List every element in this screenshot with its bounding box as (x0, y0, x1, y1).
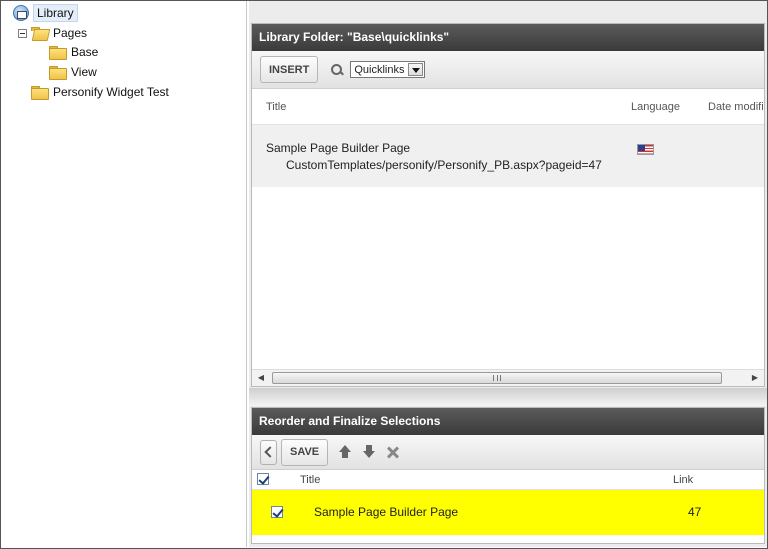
insert-button[interactable]: INSERT (260, 56, 319, 83)
remove-icon[interactable] (386, 445, 400, 459)
row-title: Sample Page Builder Page (314, 505, 459, 519)
selections-panel: Reorder and Finalize Selections SAVE Tit… (251, 407, 765, 544)
tree-item-label[interactable]: Base (71, 45, 98, 59)
library-tree: Library Pages Base View Personify Widget… (1, 1, 247, 547)
column-language[interactable]: Language (631, 101, 680, 113)
move-up-icon[interactable] (338, 445, 352, 459)
library-folder-panel: Library Folder: "Base\quicklinks" INSERT… (251, 23, 765, 387)
panel-splitter[interactable] (249, 388, 767, 406)
folder-icon (31, 86, 49, 100)
row-link: 47 (688, 505, 702, 519)
folder-icon (49, 66, 67, 80)
move-down-icon[interactable] (362, 445, 376, 459)
library-home-icon (13, 5, 29, 21)
scroll-thumb[interactable] (272, 372, 722, 384)
column-title[interactable]: Title (266, 101, 286, 113)
column-link[interactable]: Link (673, 474, 693, 486)
tree-item-view[interactable]: View (49, 65, 97, 80)
tree-root-label[interactable]: Library (33, 4, 78, 22)
row-title[interactable]: Sample Page Builder Page (266, 141, 410, 155)
save-button[interactable]: SAVE (281, 438, 329, 466)
column-title[interactable]: Title (300, 474, 320, 486)
filter-select-value: Quicklinks (354, 63, 405, 76)
scroll-right-icon[interactable]: ▶ (747, 370, 763, 386)
library-row[interactable]: Sample Page Builder Page CustomTemplates… (252, 125, 764, 187)
row-checkbox[interactable] (271, 506, 283, 518)
row-path: CustomTemplates/personify/Personify_PB.a… (286, 158, 602, 172)
folder-open-icon (31, 27, 47, 39)
tree-item-label[interactable]: Pages (53, 26, 87, 40)
selections-title: Reorder and Finalize Selections (252, 408, 764, 435)
tree-item-personify-widget-test[interactable]: Personify Widget Test (31, 85, 169, 100)
library-toolbar: INSERT Quicklinks (252, 51, 764, 89)
select-all-checkbox[interactable] (257, 473, 269, 485)
us-flag-icon (637, 144, 654, 155)
tree-item-label[interactable]: View (71, 65, 97, 79)
search-icon[interactable] (330, 63, 344, 77)
column-date-modified[interactable]: Date modifi (708, 101, 764, 113)
selections-grid-header: Title Link (252, 470, 764, 490)
tree-root-library[interactable]: Library (13, 4, 78, 22)
right-pane: Library Folder: "Base\quicklinks" INSERT… (249, 1, 767, 547)
selections-toolbar: SAVE (252, 435, 764, 470)
tree-item-base[interactable]: Base (49, 45, 98, 60)
selection-row[interactable]: Sample Page Builder Page 47 (252, 490, 764, 535)
folder-icon (49, 46, 67, 60)
library-grid-header: Title Language Date modifi (252, 89, 764, 125)
filter-select[interactable]: Quicklinks (350, 61, 426, 78)
scroll-left-icon[interactable]: ◀ (253, 370, 269, 386)
horizontal-scrollbar[interactable]: ◀ ▶ (252, 369, 764, 386)
back-button[interactable] (260, 439, 277, 465)
tree-item-label[interactable]: Personify Widget Test (53, 85, 169, 99)
scroll-grip-icon (493, 375, 501, 381)
chevron-down-icon[interactable] (408, 63, 424, 76)
library-folder-title: Library Folder: "Base\quicklinks" (252, 24, 764, 51)
collapse-icon[interactable] (18, 28, 27, 38)
tree-item-pages[interactable]: Pages (18, 26, 87, 40)
